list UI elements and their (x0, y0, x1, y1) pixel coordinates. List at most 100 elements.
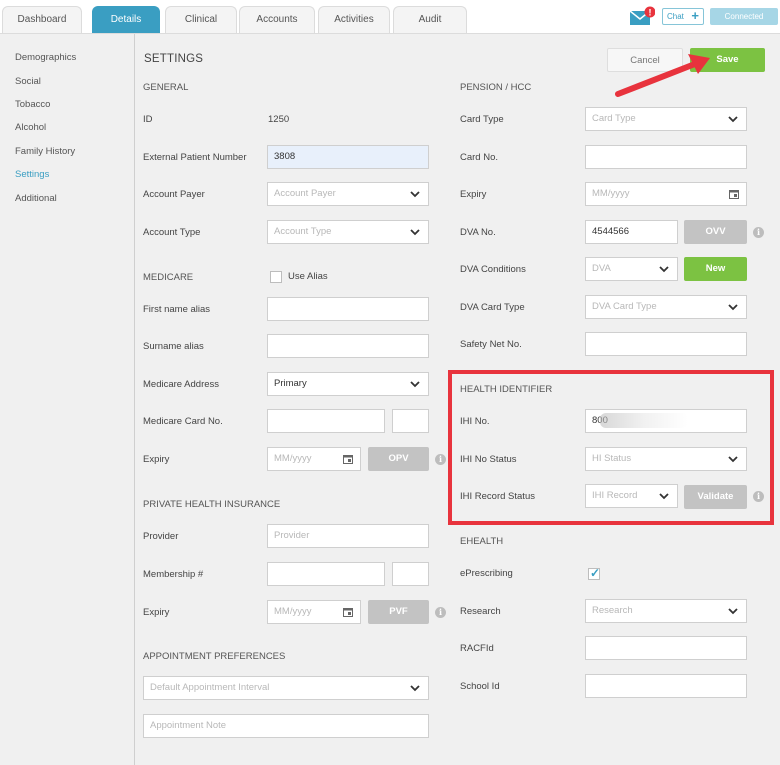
safety-net-label: Safety Net No. (460, 339, 522, 350)
chevron-down-icon (410, 685, 420, 692)
chevron-down-icon (728, 116, 738, 123)
tab-audit[interactable]: Audit (393, 6, 467, 33)
new-button[interactable]: New (684, 257, 747, 281)
provider-label: Provider (143, 531, 179, 542)
ovv-button[interactable]: OVV (684, 220, 747, 244)
connected-status[interactable]: Connected (710, 8, 778, 25)
medicare-expiry-placeholder: MM/yyyy (274, 453, 312, 464)
private-expiry-placeholder: MM/yyyy (274, 606, 312, 617)
provider-input[interactable]: Provider (267, 524, 429, 548)
ehealth-heading: EHEALTH (460, 536, 504, 547)
calendar-icon[interactable] (343, 454, 353, 464)
chevron-down-icon (728, 608, 738, 615)
private-expiry-input[interactable]: MM/yyyy (267, 600, 361, 624)
account-payer-label: Account Payer (143, 189, 205, 200)
dva-conditions-placeholder: DVA (592, 263, 611, 274)
first-name-alias-input[interactable] (267, 297, 429, 321)
dva-conditions-label: DVA Conditions (460, 264, 526, 275)
research-label: Research (460, 606, 501, 617)
id-label: ID (143, 114, 153, 125)
school-id-input[interactable] (585, 674, 747, 698)
sidebar-item-settings[interactable]: Settings (15, 169, 49, 180)
tab-accounts[interactable]: Accounts (239, 6, 315, 33)
sidebar: Demographics Social Tobacco Alcohol Fami… (0, 34, 135, 765)
dva-card-type-label: DVA Card Type (460, 302, 525, 313)
chevron-down-icon (728, 304, 738, 311)
pvf-button[interactable]: PVF (368, 600, 429, 624)
page-title: SETTINGS (144, 53, 204, 65)
research-select[interactable]: Research (585, 599, 747, 623)
appointment-interval-placeholder: Default Appointment Interval (150, 682, 270, 693)
medicare-heading: MEDICARE (143, 272, 194, 283)
medicare-address-select[interactable]: Primary (267, 372, 429, 396)
racfid-input[interactable] (585, 636, 747, 660)
tab-activities[interactable]: Activities (318, 6, 390, 33)
surname-alias-label: Surname alias (143, 341, 204, 352)
sidebar-item-tobacco[interactable]: Tobacco (15, 99, 50, 110)
tab-dashboard[interactable]: Dashboard (2, 6, 82, 33)
top-bar: Dashboard Details Clinical Accounts Acti… (0, 0, 780, 33)
external-patient-number-input[interactable]: 3808 (267, 145, 429, 169)
sidebar-item-alcohol[interactable]: Alcohol (15, 122, 46, 133)
private-expiry-label: Expiry (143, 607, 170, 618)
card-type-placeholder: Card Type (592, 113, 636, 124)
info-icon[interactable]: i (753, 227, 764, 238)
external-patient-number-label: External Patient Number (143, 152, 247, 163)
id-value: 1250 (268, 114, 290, 125)
general-heading: GENERAL (143, 82, 189, 93)
first-name-alias-label: First name alias (143, 304, 211, 315)
calendar-icon[interactable] (343, 607, 353, 617)
pension-heading: PENSION / HCC (460, 82, 532, 93)
check-icon: ✓ (590, 566, 601, 580)
card-no-label: Card No. (460, 152, 499, 163)
highlight-box (448, 370, 774, 525)
membership-input[interactable] (267, 562, 385, 586)
racfid-label: RACFId (460, 643, 494, 654)
sidebar-item-family-history[interactable]: Family History (15, 146, 75, 157)
membership-label: Membership # (143, 569, 204, 580)
medicare-expiry-input[interactable]: MM/yyyy (267, 447, 361, 471)
tab-details[interactable]: Details (92, 6, 160, 33)
info-icon[interactable]: i (435, 607, 446, 618)
eprescribing-checkbox[interactable]: ✓ (588, 566, 601, 580)
card-type-select[interactable]: Card Type (585, 107, 747, 131)
tab-clinical[interactable]: Clinical (165, 6, 237, 33)
pension-expiry-placeholder: MM/yyyy (592, 188, 630, 199)
sidebar-item-demographics[interactable]: Demographics (15, 52, 76, 63)
account-type-placeholder: Account Type (274, 226, 332, 237)
dva-conditions-select[interactable]: DVA (585, 257, 678, 281)
info-icon[interactable]: i (435, 454, 446, 465)
use-alias-checkbox[interactable] (270, 271, 282, 283)
surname-alias-input[interactable] (267, 334, 429, 358)
dva-card-type-select[interactable]: DVA Card Type (585, 295, 747, 319)
research-placeholder: Research (592, 605, 633, 616)
pension-expiry-label: Expiry (460, 189, 487, 200)
dva-no-input[interactable]: 4544566 (585, 220, 678, 244)
opv-button[interactable]: OPV (368, 447, 429, 471)
account-payer-select[interactable]: Account Payer (267, 182, 429, 206)
medicare-address-label: Medicare Address (143, 379, 220, 390)
account-type-select[interactable]: Account Type (267, 220, 429, 244)
sidebar-item-additional[interactable]: Additional (15, 193, 57, 204)
eprescribing-label: ePrescribing (460, 568, 513, 579)
safety-net-input[interactable] (585, 332, 747, 356)
membership-suffix-input[interactable] (392, 562, 429, 586)
chevron-down-icon (410, 381, 420, 388)
chevron-down-icon (410, 191, 420, 198)
sidebar-item-social[interactable]: Social (15, 76, 41, 87)
mail-icon[interactable]: ! (629, 6, 655, 26)
chat-button[interactable]: Chat + (662, 8, 704, 25)
medicare-irn-input[interactable] (392, 409, 429, 433)
chevron-down-icon (659, 266, 669, 273)
pension-expiry-input[interactable]: MM/yyyy (585, 182, 747, 206)
medicare-card-no-label: Medicare Card No. (143, 416, 223, 427)
school-id-label: School Id (460, 681, 500, 692)
card-no-input[interactable] (585, 145, 747, 169)
chat-label: Chat (667, 12, 684, 21)
medicare-card-no-input[interactable] (267, 409, 385, 433)
account-payer-placeholder: Account Payer (274, 188, 336, 199)
appointment-note-input[interactable]: Appointment Note (143, 714, 429, 738)
calendar-icon[interactable] (729, 189, 739, 199)
appointment-interval-select[interactable]: Default Appointment Interval (143, 676, 429, 700)
private-health-heading: PRIVATE HEALTH INSURANCE (143, 499, 281, 510)
